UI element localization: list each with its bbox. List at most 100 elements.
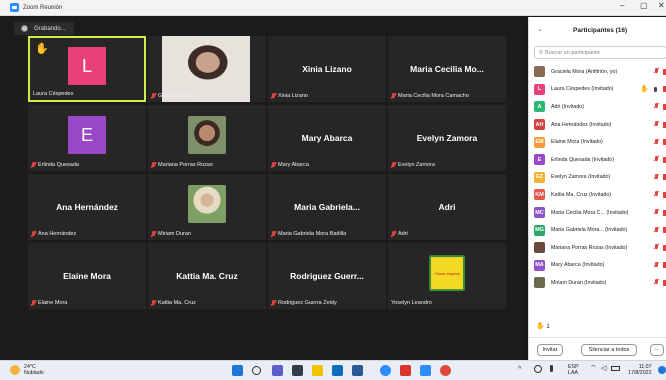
participant-row[interactable]: MG Maria Gabriela Mora... (Invitado)	[529, 221, 666, 239]
language-indicator[interactable]: ESP LAA	[568, 364, 579, 376]
mic-on-icon[interactable]	[654, 86, 657, 92]
record-dot-icon	[21, 25, 28, 32]
participant-row[interactable]: Mariana Porras Rozas (Invitado)	[529, 239, 666, 257]
acrobat-icon[interactable]	[400, 365, 411, 376]
raised-hand-icon: ✋	[536, 323, 545, 330]
participant-row[interactable]: E Erlinda Quesada (Invitado)	[529, 151, 666, 169]
participants-panel: ⌄ Participantes (16) ⚲ Buscar un partici…	[528, 17, 666, 360]
mic-muted-icon[interactable]	[653, 191, 659, 198]
participant-name: Maria Cecilia Mora C... (Invitado)	[551, 209, 629, 216]
notifications-icon[interactable]	[658, 366, 666, 374]
video-tile[interactable]: Adri Adri	[388, 174, 506, 240]
participant-row[interactable]: MA Mary Abarca (Invitado)	[529, 257, 666, 275]
wifi-icon[interactable]: ⌔	[590, 365, 597, 372]
participant-row[interactable]: A Adri (Invitado)	[529, 98, 666, 116]
teams-icon[interactable]	[272, 365, 283, 376]
participant-row[interactable]: Graciela Mora (Anfitrión, yo)	[529, 63, 666, 81]
video-tile[interactable]: Kattia Ma. Cruz Kattia Ma. Cruz	[148, 243, 266, 309]
task-view-icon[interactable]	[292, 365, 303, 376]
participant-name: Miriam Duran (Invitado)	[551, 279, 607, 286]
maximize-button[interactable]: ▢	[640, 1, 648, 10]
video-tile[interactable]: Maria Gabriela... Maria Gabriela Mora Bad…	[268, 174, 386, 240]
mic-tray-icon[interactable]	[550, 365, 553, 372]
participant-name: Kattia Ma. Cruz (Invitado)	[551, 191, 612, 198]
tile-name-label: Mariana Porras Rozas	[151, 162, 213, 168]
close-button[interactable]: ✕	[658, 1, 665, 10]
video-tile[interactable]: Flores tropical Yoselyn Leandro	[388, 243, 506, 309]
mic-muted-icon[interactable]	[653, 173, 659, 181]
tile-name-text: Maria Gabriela Mora Badilla	[278, 231, 347, 237]
search-icon: ⚲	[539, 49, 544, 56]
participant-avatar: MG	[534, 224, 545, 236]
mic-muted-icon[interactable]	[653, 279, 659, 286]
video-tile[interactable]: Ana Hernández Ana Hernández	[28, 174, 146, 240]
zoom-taskbar-icon[interactable]	[420, 365, 431, 376]
chrome-icon[interactable]	[380, 365, 391, 376]
raised-hand-icon: ✋	[640, 86, 649, 94]
participant-row[interactable]: KM Kattia Ma. Cruz (Invitado)	[529, 186, 666, 204]
video-tile[interactable]: Maria Cecilia Mo... Maria Cecilia Mora Ca…	[388, 36, 506, 102]
logo-text: Flores tropical	[434, 270, 460, 276]
network-status-icon[interactable]	[534, 365, 542, 373]
mic-muted-icon[interactable]	[653, 156, 659, 163]
participant-search-input[interactable]: ⚲ Buscar un participante	[534, 46, 666, 59]
video-tile[interactable]: Xinia Lizano Xinia Lizano	[268, 36, 386, 102]
minimize-button[interactable]: –	[620, 1, 624, 10]
participant-row[interactable]: MC Maria Cecilia Mora C... (Invitado)	[529, 204, 666, 222]
tile-name-label: Adri	[391, 231, 408, 237]
invite-button[interactable]: Invitar	[537, 344, 563, 356]
tile-name-label: Erlinda Quesada	[31, 162, 79, 168]
video-tile[interactable]: Miriam Duran	[148, 174, 266, 240]
video-tile[interactable]: E Erlinda Quesada	[28, 105, 146, 171]
mic-muted-icon	[31, 162, 36, 168]
video-tile[interactable]: Elaine Mora Elaine Mora	[28, 243, 146, 309]
participant-name: Mary Abarca (Invitado)	[551, 262, 605, 269]
tile-name-label: Laura Céspedes	[33, 91, 73, 97]
more-options-button[interactable]: ···	[650, 344, 664, 356]
video-tile[interactable]: Rodriguez Guerr... Rodriguez Guerra Zeidy	[268, 243, 386, 309]
tray-chevron-icon[interactable]: ^	[518, 366, 521, 373]
participant-avatar: EZ	[534, 171, 545, 183]
video-tile[interactable]: ✋ L Laura Céspedes	[28, 36, 146, 102]
recording-indicator[interactable]: Grabando...	[14, 22, 74, 35]
volume-icon[interactable]: ◁	[601, 365, 606, 372]
tile-name-text: Maria Cecilia Mora Camacho	[398, 93, 469, 99]
battery-icon[interactable]	[611, 366, 620, 371]
mic-muted-icon	[151, 300, 156, 306]
chevron-down-icon[interactable]: ⌄	[537, 25, 543, 33]
store-icon[interactable]	[352, 365, 363, 376]
participant-row[interactable]: EZ Evelyn Zamora (Invitado)	[529, 169, 666, 187]
mic-muted-icon[interactable]	[653, 244, 659, 251]
mic-muted-icon	[31, 300, 36, 306]
video-tile[interactable]: Graciela Mora	[148, 36, 266, 102]
tile-name-label: Maria Gabriela Mora Badilla	[271, 231, 346, 237]
video-tile[interactable]: Evelyn Zamora Evelyn Zamora	[388, 105, 506, 171]
mic-muted-icon[interactable]	[653, 103, 659, 110]
participant-display-name: Kattia Ma. Cruz	[176, 271, 238, 281]
participant-display-name: Xinia Lizano	[302, 64, 352, 74]
mute-all-button[interactable]: Silenciar a todos	[581, 344, 637, 356]
app-icon[interactable]	[440, 365, 451, 376]
mail-icon[interactable]	[332, 365, 343, 376]
file-explorer-icon[interactable]	[312, 365, 323, 376]
participant-row[interactable]: EM Elaine Mora (Invitado)	[529, 133, 666, 151]
weather-widget[interactable]: 24°C Nublado	[10, 364, 44, 376]
mic-muted-icon[interactable]	[653, 121, 659, 128]
mic-muted-icon[interactable]	[653, 209, 659, 216]
zoom-logo-icon	[10, 3, 19, 12]
tile-name-text: Mariana Porras Rozas	[158, 162, 213, 168]
search-icon[interactable]	[252, 366, 261, 375]
participant-row[interactable]: AH Ana Hernández (Invitado)	[529, 116, 666, 134]
mic-muted-icon[interactable]	[653, 226, 659, 234]
participant-row[interactable]: L Laura Céspedes (Invitado) ✋	[529, 81, 666, 99]
video-tile[interactable]: Mary Abarca Mary Abarca	[268, 105, 386, 171]
mic-muted-icon[interactable]	[653, 138, 659, 146]
tile-name-label: Graciela Mora	[151, 93, 193, 99]
participant-avatar: EM	[534, 136, 545, 148]
clock[interactable]: 11:07 17/8/2022	[628, 364, 652, 376]
video-tile[interactable]: Mariana Porras Rozas	[148, 105, 266, 171]
mic-muted-icon[interactable]	[653, 261, 659, 269]
start-icon[interactable]	[232, 365, 243, 376]
participant-row[interactable]: Miriam Duran (Invitado)	[529, 274, 666, 292]
mic-muted-icon[interactable]	[653, 68, 659, 75]
